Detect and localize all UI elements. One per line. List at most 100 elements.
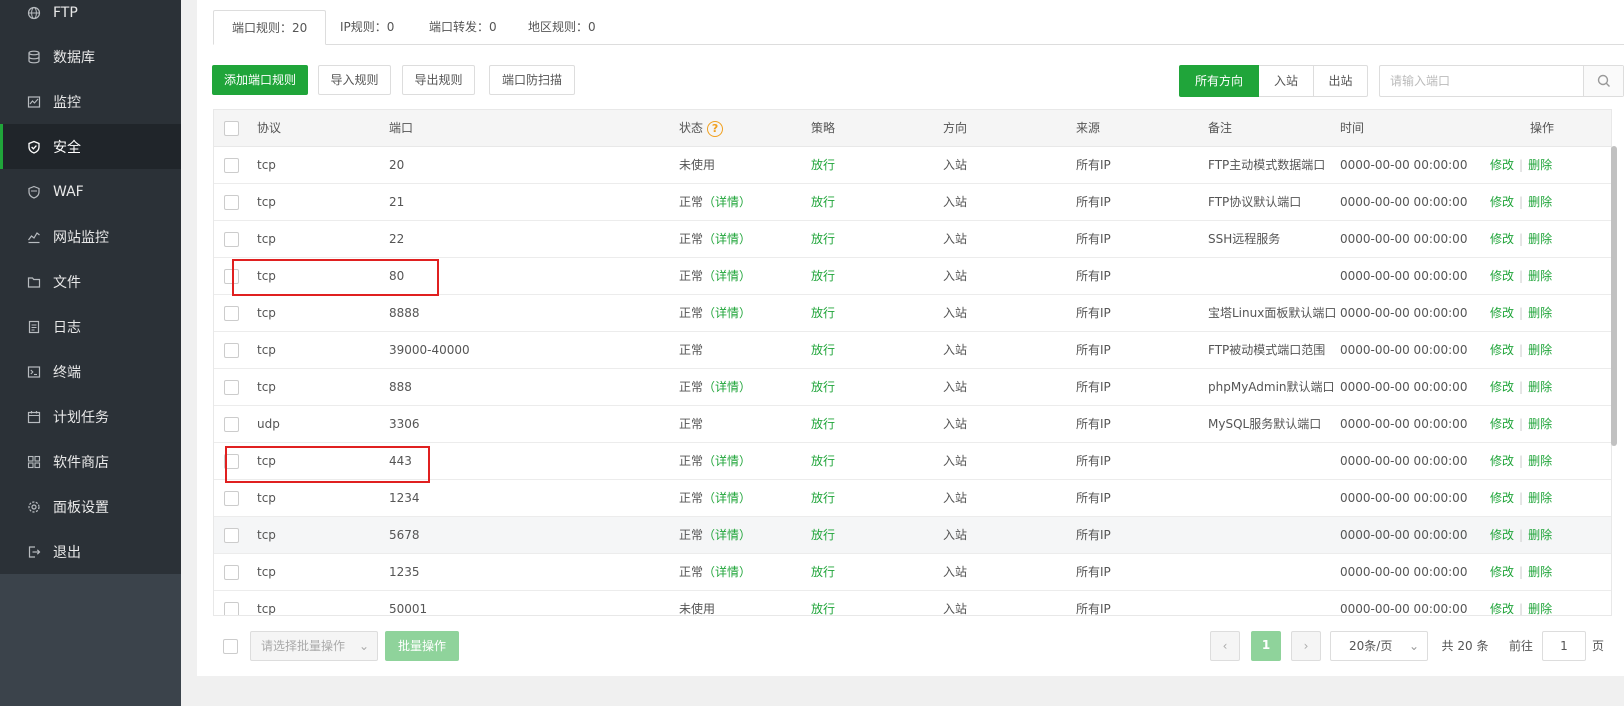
status-detail-link[interactable]: （详情） [703, 565, 751, 579]
goto-page-input[interactable]: 1 [1542, 631, 1586, 661]
row-checkbox[interactable] [224, 195, 239, 210]
page-1-button[interactable]: 1 [1251, 631, 1281, 661]
table-row: tcp 8888 正常（详情） 放行 入站 所有IP 宝塔Linux面板默认端口 0000-0… [214, 295, 1611, 332]
sidebar-item-3[interactable]: 安全 [0, 124, 181, 169]
page-size-select[interactable]: 20条/页 ⌄ [1330, 631, 1428, 661]
cell-status: 正常（详情） [679, 554, 751, 591]
delete-link[interactable]: 删除 [1528, 491, 1552, 505]
sidebar-item-9[interactable]: 计划任务 [0, 394, 181, 439]
sidebar-item-7[interactable]: 日志 [0, 304, 181, 349]
row-checkbox[interactable] [224, 158, 239, 173]
cell-note: FTP主动模式数据端口 [1208, 158, 1326, 172]
cell-source: 所有IP [1076, 195, 1111, 209]
row-checkbox[interactable] [224, 565, 239, 580]
delete-link[interactable]: 删除 [1528, 195, 1552, 209]
row-checkbox[interactable] [224, 491, 239, 506]
status-detail-link[interactable]: （详情） [703, 195, 751, 209]
cell-direction: 入站 [943, 306, 968, 320]
row-checkbox[interactable] [224, 232, 239, 247]
export-rules-button[interactable]: 导出规则 [402, 65, 475, 95]
tab-0[interactable]: 端口规则：20 [213, 10, 327, 45]
status-detail-link[interactable]: （详情） [703, 528, 751, 542]
delete-link[interactable]: 删除 [1528, 269, 1552, 283]
edit-link[interactable]: 修改 [1490, 528, 1514, 542]
edit-link[interactable]: 修改 [1490, 380, 1514, 394]
edit-link[interactable]: 修改 [1490, 417, 1514, 431]
direction-inbound-button[interactable]: 入站 [1259, 65, 1314, 97]
footer-select-checkbox[interactable] [223, 639, 238, 654]
status-detail-link[interactable]: （详情） [703, 306, 751, 320]
row-checkbox[interactable] [224, 306, 239, 321]
direction-all-button[interactable]: 所有方向 [1179, 65, 1259, 97]
sidebar-item-6[interactable]: 文件 [0, 259, 181, 304]
delete-link[interactable]: 删除 [1528, 343, 1552, 357]
sidebar-item-5[interactable]: 网站监控 [0, 214, 181, 259]
delete-link[interactable]: 删除 [1528, 528, 1552, 542]
sidebar-item-4[interactable]: WAF [0, 169, 181, 214]
batch-operation-button[interactable]: 批量操作 [385, 631, 459, 661]
row-checkbox[interactable] [224, 380, 239, 395]
cell-port: 22 [389, 232, 405, 246]
cell-direction: 入站 [943, 232, 968, 246]
sidebar-item-12[interactable]: 退出 [0, 529, 181, 574]
edit-link[interactable]: 修改 [1490, 232, 1514, 246]
cell-port: 1234 [389, 491, 420, 505]
cell-protocol: tcp [257, 380, 276, 394]
edit-link[interactable]: 修改 [1490, 158, 1514, 172]
cell-policy: 放行 [811, 269, 836, 283]
add-port-rule-button[interactable]: 添加端口规则 [212, 65, 308, 95]
cell-time: 0000-00-00 00:00:00 [1340, 269, 1468, 283]
direction-outbound-button[interactable]: 出站 [1313, 65, 1368, 97]
delete-link[interactable]: 删除 [1528, 454, 1552, 468]
edit-link[interactable]: 修改 [1490, 454, 1514, 468]
status-detail-link[interactable]: （详情） [703, 491, 751, 505]
status-detail-link[interactable]: （详情） [703, 454, 751, 468]
cell-actions: 修改 | 删除 [1490, 517, 1586, 554]
edit-link[interactable]: 修改 [1490, 565, 1514, 579]
row-checkbox[interactable] [224, 417, 239, 432]
delete-link[interactable]: 删除 [1528, 232, 1552, 246]
search-input[interactable]: 请输入端口 [1390, 66, 1450, 96]
port-anti-scan-button[interactable]: 端口防扫描 [489, 65, 575, 95]
edit-link[interactable]: 修改 [1490, 195, 1514, 209]
edit-link[interactable]: 修改 [1490, 602, 1514, 615]
help-icon[interactable]: ? [707, 120, 724, 137]
port-search-box[interactable]: 请输入端口 [1379, 65, 1624, 97]
sidebar-item-0[interactable]: FTP [0, 0, 181, 35]
next-page-button[interactable]: › [1291, 631, 1321, 661]
batch-operation-select[interactable]: 请选择批量操作 ⌄ [250, 631, 378, 661]
cell-note [1208, 591, 1336, 615]
delete-link[interactable]: 删除 [1528, 417, 1552, 431]
table-scrollbar[interactable] [1611, 146, 1617, 446]
import-rules-button[interactable]: 导入规则 [318, 65, 391, 95]
tab-1[interactable]: IP规则：0 [322, 10, 412, 45]
row-checkbox[interactable] [224, 602, 239, 615]
delete-link[interactable]: 删除 [1528, 380, 1552, 394]
edit-link[interactable]: 修改 [1490, 491, 1514, 505]
sidebar-item-10[interactable]: 软件商店 [0, 439, 181, 484]
status-detail-link[interactable]: （详情） [703, 232, 751, 246]
edit-link[interactable]: 修改 [1490, 306, 1514, 320]
status-detail-link[interactable]: （详情） [703, 269, 751, 283]
edit-link[interactable]: 修改 [1490, 269, 1514, 283]
delete-link[interactable]: 删除 [1528, 565, 1552, 579]
status-text: 正常 [679, 306, 704, 320]
delete-link[interactable]: 删除 [1528, 158, 1552, 172]
edit-link[interactable]: 修改 [1490, 343, 1514, 357]
select-all-checkbox[interactable] [224, 121, 239, 136]
search-button[interactable] [1583, 66, 1623, 96]
tab-3[interactable]: 地区规则：0 [510, 10, 614, 45]
prev-page-button[interactable]: ‹ [1210, 631, 1240, 661]
delete-link[interactable]: 删除 [1528, 306, 1552, 320]
status-detail-link[interactable]: （详情） [703, 380, 751, 394]
row-checkbox[interactable] [224, 528, 239, 543]
sidebar-item-11[interactable]: 面板设置 [0, 484, 181, 529]
sidebar-item-8[interactable]: 终端 [0, 349, 181, 394]
tab-2[interactable]: 端口转发：0 [411, 10, 515, 45]
batch-operation-placeholder: 请选择批量操作 [261, 639, 346, 653]
delete-link[interactable]: 删除 [1528, 602, 1552, 615]
sidebar-item-2[interactable]: 监控 [0, 79, 181, 124]
row-checkbox[interactable] [224, 343, 239, 358]
sidebar-item-1[interactable]: 数据库 [0, 34, 181, 79]
cell-status: 正常（详情） [679, 369, 751, 406]
